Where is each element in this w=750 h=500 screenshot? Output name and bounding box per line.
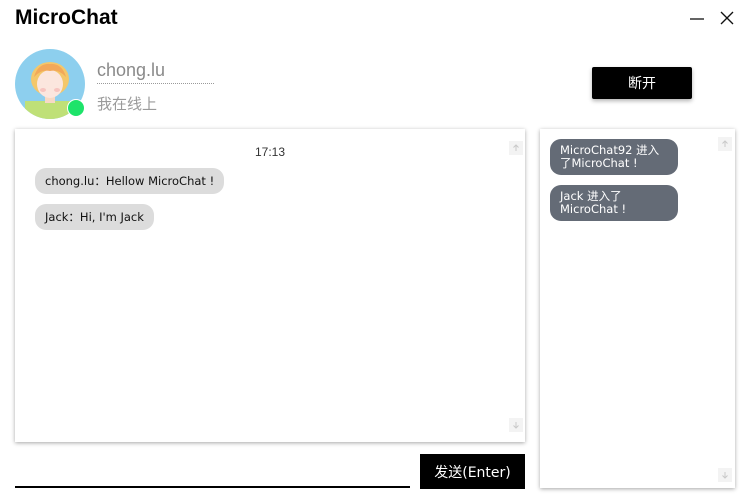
arrow-up-icon xyxy=(722,140,728,147)
scroll-up-button[interactable] xyxy=(718,137,732,151)
scroll-down-button[interactable] xyxy=(718,468,732,482)
notification-list: MicroChat92 进入了MicroChat ! Jack 进入了Micro… xyxy=(550,139,678,221)
join-notification: MicroChat92 进入了MicroChat ! xyxy=(550,139,678,175)
disconnect-button[interactable]: 断开 xyxy=(592,67,692,99)
message-timestamp: 17:13 xyxy=(254,145,286,159)
chat-panel: 17:13 chong.lu：Hellow MicroChat ! Jack：H… xyxy=(15,129,525,442)
message-input[interactable] xyxy=(15,458,410,488)
scroll-up-button[interactable] xyxy=(509,141,523,155)
close-icon xyxy=(720,11,734,25)
message-list: chong.lu：Hellow MicroChat ! Jack：Hi, I'm… xyxy=(35,168,225,230)
arrow-up-icon xyxy=(513,144,519,151)
join-notification: Jack 进入了MicroChat ! xyxy=(550,185,678,221)
online-status-dot xyxy=(67,99,85,117)
scroll-down-button[interactable] xyxy=(509,418,523,432)
notification-panel: MicroChat92 进入了MicroChat ! Jack 进入了Micro… xyxy=(540,129,735,488)
chat-message: chong.lu：Hellow MicroChat ! xyxy=(35,168,225,194)
minimize-button[interactable] xyxy=(683,4,711,32)
send-button[interactable]: 发送(Enter) xyxy=(420,454,525,489)
close-button[interactable] xyxy=(713,4,741,32)
arrow-down-icon xyxy=(722,472,728,479)
chat-message: Jack：Hi, I'm Jack xyxy=(35,204,154,230)
arrow-down-icon xyxy=(513,422,519,429)
username-field[interactable]: chong.lu xyxy=(97,60,214,84)
status-text[interactable]: 我在线上 xyxy=(97,93,157,114)
minimize-icon xyxy=(690,18,704,20)
app-title: MicroChat xyxy=(15,6,118,29)
